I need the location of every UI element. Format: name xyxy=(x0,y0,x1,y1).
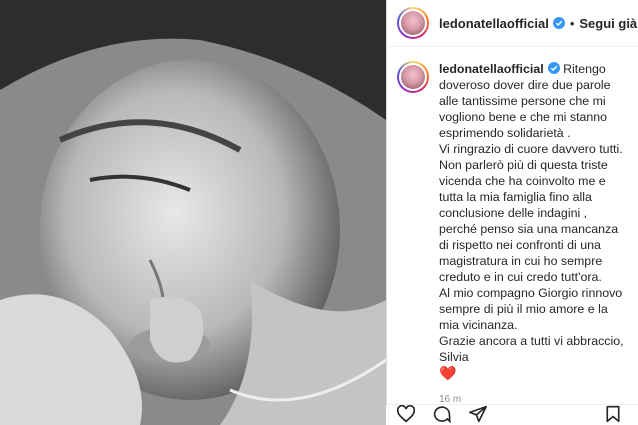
like-button[interactable] xyxy=(396,405,418,425)
save-button[interactable] xyxy=(604,405,626,425)
caption-line: Grazie ancora a tutti vi abbraccio, Silv… xyxy=(439,334,624,364)
bookmark-icon xyxy=(606,405,620,423)
caption-text: ledonatella­official Ritengo doveroso do… xyxy=(439,61,628,408)
verified-badge-icon xyxy=(547,62,560,74)
post-details-panel: ledonatella­official • Segui già ledonat… xyxy=(386,0,638,425)
red-heart-emoji: ❤️ xyxy=(439,365,457,381)
post-photo-artwork xyxy=(0,0,386,425)
follow-status-button[interactable]: Segui già xyxy=(579,16,637,31)
header-username[interactable]: ledonatella­official xyxy=(439,16,549,31)
caption-line: Vi ringrazio di cuore davvero tutti. xyxy=(439,142,623,156)
verified-badge-icon xyxy=(552,17,565,29)
share-button[interactable] xyxy=(468,405,490,425)
caption-line: Al mio compagno Giorgio rinnovo sempre d… xyxy=(439,286,623,332)
caption-avatar-image xyxy=(399,63,427,91)
avatar[interactable] xyxy=(397,7,429,39)
post-header: ledonatella­official • Segui già xyxy=(387,0,638,47)
send-icon xyxy=(469,405,487,423)
comment-button[interactable] xyxy=(432,405,454,425)
caption-avatar[interactable] xyxy=(397,61,429,93)
separator-dot: • xyxy=(569,15,575,31)
post-photo[interactable] xyxy=(0,0,386,425)
avatar-image xyxy=(399,9,427,37)
caption-username[interactable]: ledonatella­official xyxy=(439,62,544,76)
comment-icon xyxy=(433,406,451,423)
caption-line: Non parlerò più di questa triste vicenda… xyxy=(439,158,619,284)
action-bar xyxy=(386,404,638,425)
heart-icon xyxy=(396,405,416,423)
caption-comment: ledonatella­official Ritengo doveroso do… xyxy=(387,47,638,408)
